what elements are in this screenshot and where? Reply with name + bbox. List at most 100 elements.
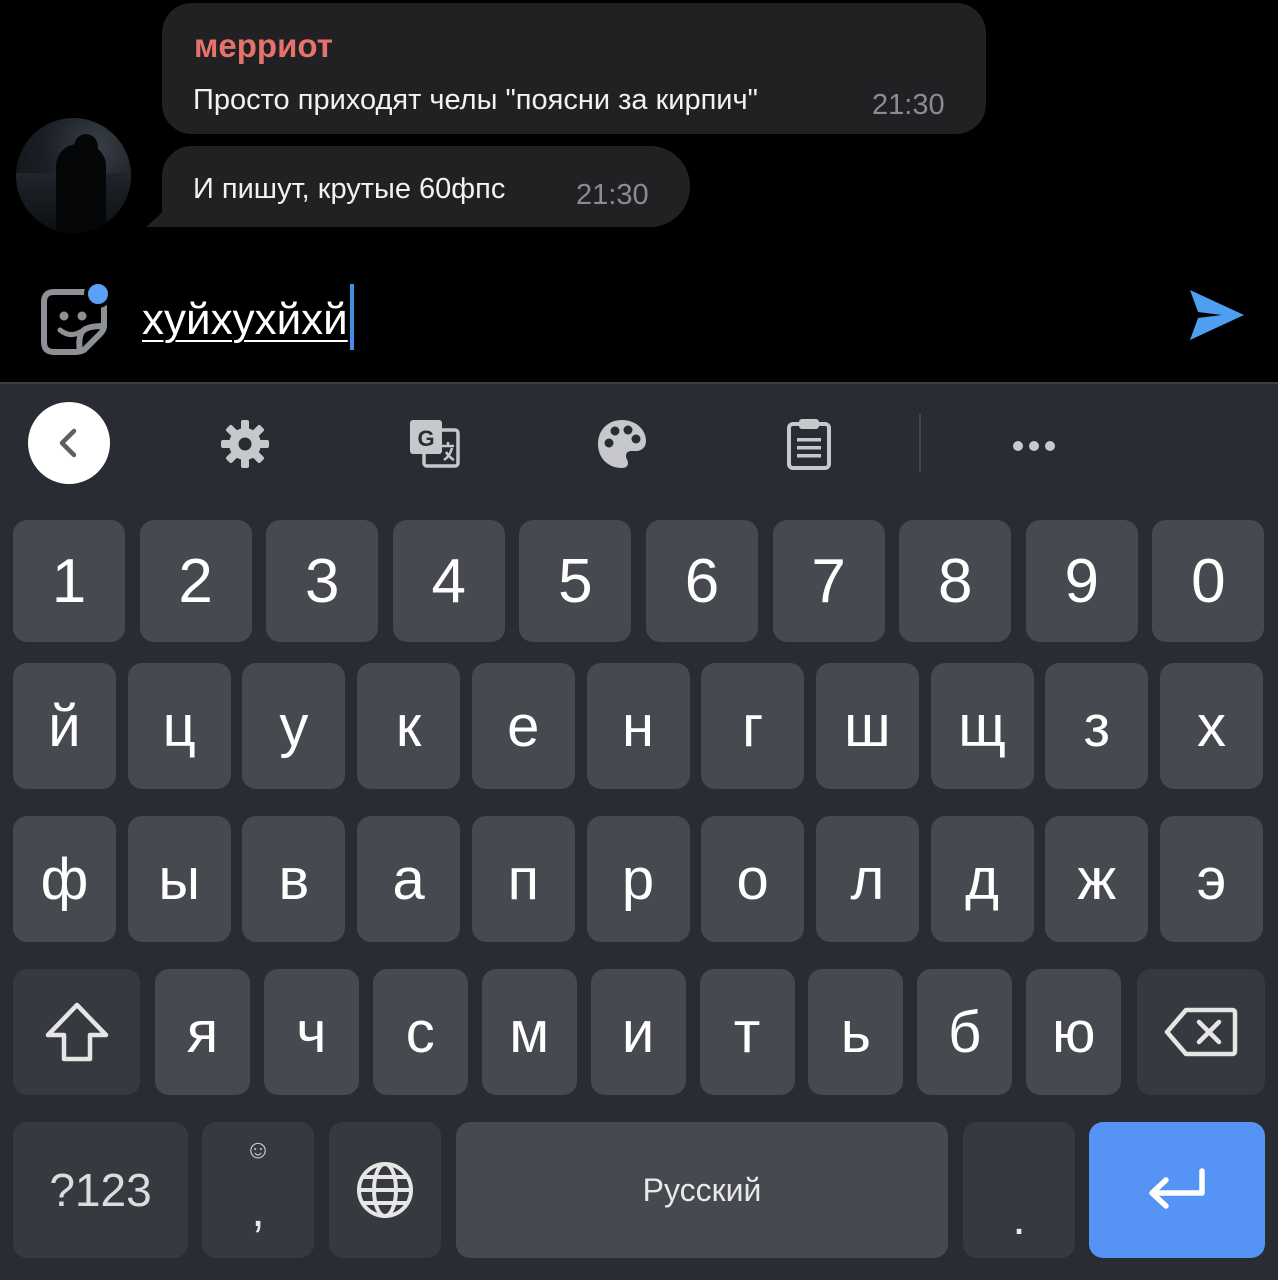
translate-button[interactable]: G — [394, 404, 474, 484]
number-key-label: 5 — [558, 546, 593, 616]
palette-icon — [598, 420, 646, 468]
settings-button[interactable] — [205, 404, 285, 484]
letter-key-label: э — [1196, 846, 1227, 912]
number-key[interactable]: 2 — [139, 520, 252, 642]
letter-key[interactable]: с — [372, 969, 468, 1095]
number-key[interactable]: 7 — [772, 520, 885, 642]
letter-key[interactable]: н — [586, 663, 690, 789]
backspace-key[interactable] — [1137, 969, 1265, 1095]
number-key[interactable]: 8 — [899, 520, 1012, 642]
letter-key-label: и — [621, 999, 655, 1065]
letter-key[interactable]: ш — [815, 663, 919, 789]
letter-key-label: в — [278, 846, 310, 912]
letter-key[interactable]: в — [242, 816, 346, 942]
letter-key[interactable]: г — [701, 663, 805, 789]
letter-key-label: р — [621, 846, 655, 912]
letter-key[interactable]: д — [930, 816, 1034, 942]
number-key-label: 2 — [178, 546, 213, 616]
letter-key-label: ь — [840, 999, 871, 1065]
send-button[interactable] — [1186, 284, 1248, 346]
symbols-key[interactable]: ?123 — [13, 1122, 188, 1258]
shift-key[interactable] — [13, 969, 140, 1095]
number-key-label: 1 — [51, 546, 87, 616]
translate-icon: G — [410, 420, 460, 468]
letter-key-label: п — [507, 846, 539, 912]
letter-key[interactable]: р — [586, 816, 690, 942]
letter-key[interactable]: й — [13, 663, 116, 789]
letter-key-label: м — [509, 999, 550, 1065]
svg-text:G: G — [417, 426, 434, 451]
number-key[interactable]: 6 — [646, 520, 758, 642]
letter-key[interactable]: б — [917, 969, 1013, 1095]
number-key[interactable]: 1 — [13, 520, 125, 642]
letter-key[interactable]: и — [590, 969, 686, 1095]
backspace-icon — [1164, 1007, 1238, 1057]
clipboard-button[interactable] — [769, 404, 849, 484]
letter-key[interactable]: э — [1160, 816, 1263, 942]
letter-key[interactable]: я — [155, 969, 250, 1095]
letter-key-label: е — [507, 693, 540, 759]
letter-key[interactable]: ь — [808, 969, 904, 1095]
avatar[interactable] — [16, 118, 131, 233]
letter-key[interactable]: к — [357, 663, 461, 789]
number-key-label: 4 — [431, 546, 467, 616]
theme-button[interactable] — [582, 404, 662, 484]
letter-key[interactable]: ы — [127, 816, 231, 942]
letter-key-label: ы — [158, 846, 201, 912]
language-key[interactable] — [329, 1122, 441, 1258]
message-bubble[interactable]: И пишут, крутые 60фпс 21:30 — [162, 146, 690, 227]
letter-key[interactable]: о — [701, 816, 805, 942]
letter-key-label: с — [405, 999, 435, 1065]
letter-key[interactable]: м — [481, 969, 577, 1095]
more-button[interactable] — [994, 404, 1074, 484]
keyboard-collapse-button[interactable] — [28, 402, 110, 484]
toolbar-separator — [919, 414, 921, 472]
letter-key[interactable]: п — [471, 816, 575, 942]
number-key[interactable]: 9 — [1025, 520, 1138, 642]
shift-icon — [45, 1002, 108, 1062]
letter-key[interactable]: ч — [263, 969, 359, 1095]
enter-key[interactable] — [1089, 1122, 1265, 1258]
number-key[interactable]: 3 — [266, 520, 379, 642]
letter-key-label: д — [965, 846, 1000, 912]
message-input-value: хуйхухйхй — [142, 295, 348, 344]
letter-key[interactable]: ю — [1026, 969, 1122, 1095]
letter-key[interactable]: ц — [127, 663, 231, 789]
letter-key-label: ш — [844, 693, 891, 759]
number-key[interactable]: 0 — [1152, 520, 1265, 642]
letter-key-label: т — [733, 999, 761, 1065]
globe-icon — [357, 1162, 413, 1218]
sender-name[interactable]: мерриот — [194, 27, 333, 65]
letter-key-label: н — [621, 693, 655, 759]
comma-key[interactable]: ☺ , — [202, 1122, 314, 1258]
period-key[interactable]: . — [963, 1122, 1075, 1258]
letter-key[interactable]: а — [357, 816, 461, 942]
letter-key-label: я — [186, 999, 219, 1065]
notification-dot — [84, 280, 112, 308]
space-key[interactable]: Русский — [456, 1122, 948, 1258]
letter-key[interactable]: т — [699, 969, 795, 1095]
letter-key-label: г — [742, 693, 764, 759]
symbols-key-label: ?123 — [49, 1164, 152, 1216]
letter-key[interactable]: х — [1160, 663, 1263, 789]
letter-key[interactable]: ф — [13, 816, 116, 942]
keyboard: G 1 234 5 67890 йцуке н г ш щзх ф ы в а п р о л… — [0, 384, 1278, 1280]
letter-key-label: х — [1197, 693, 1226, 759]
number-key[interactable]: 5 — [519, 520, 632, 642]
letter-key[interactable]: щ — [930, 663, 1034, 789]
number-key-label: 9 — [1064, 546, 1100, 616]
message-bubble[interactable]: мерриот Просто приходят челы "поясни за … — [162, 3, 986, 134]
letter-key[interactable]: л — [815, 816, 919, 942]
letter-key-label: щ — [958, 693, 1006, 759]
text-cursor — [349, 284, 354, 350]
letter-key-label: ю — [1051, 999, 1096, 1065]
letter-key[interactable]: ж — [1045, 816, 1149, 942]
number-key-label: 6 — [684, 546, 720, 616]
letter-key[interactable]: у — [242, 663, 346, 789]
letter-key[interactable]: з — [1045, 663, 1149, 789]
number-key[interactable]: 4 — [392, 520, 505, 642]
message-input[interactable]: хуйхухйхй — [142, 284, 1142, 352]
message-time: 21:30 — [872, 89, 945, 121]
letter-key[interactable]: е — [471, 663, 575, 789]
letter-key-label: о — [736, 846, 769, 912]
